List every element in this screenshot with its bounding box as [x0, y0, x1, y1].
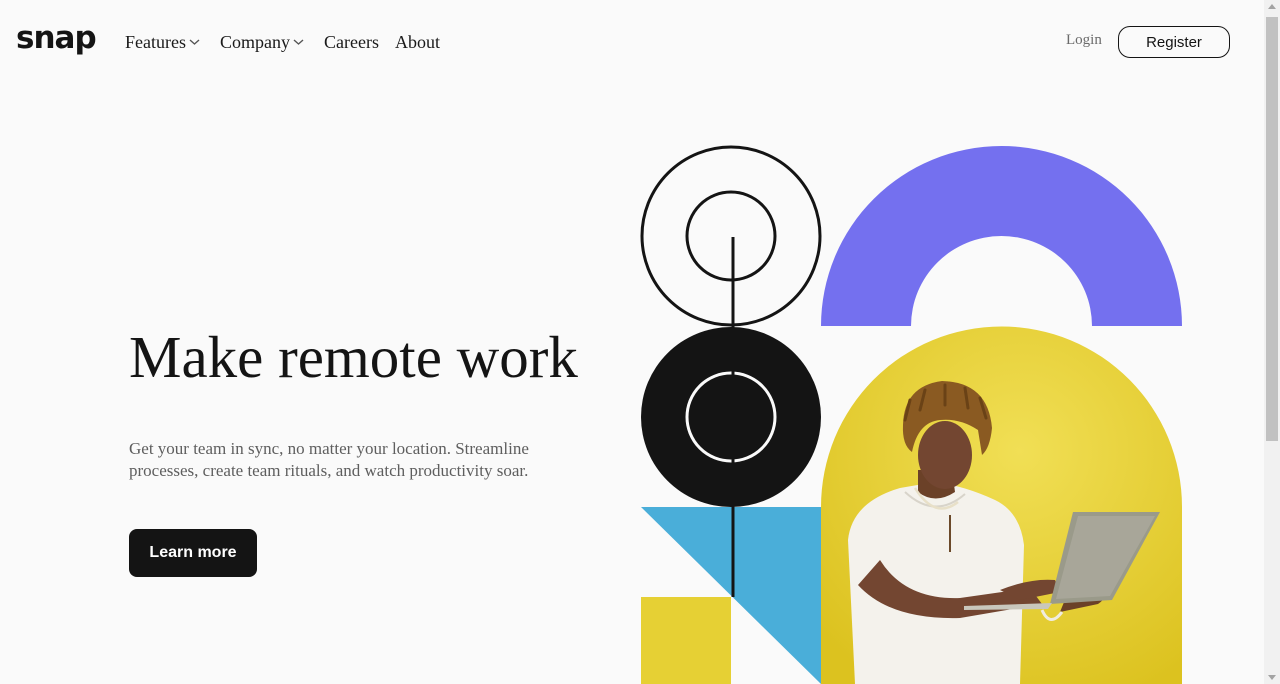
black-circle [641, 327, 821, 507]
main-nav: Features Company Careers About [125, 30, 456, 54]
nav-item-company[interactable]: Company [220, 32, 304, 53]
outline-circle-small [685, 190, 777, 282]
nav-item-label: Features [125, 31, 186, 52]
nav-item-careers[interactable]: Careers [324, 32, 379, 53]
login-link[interactable]: Login [1066, 32, 1102, 49]
purple-arch-shape [821, 146, 1182, 326]
nav-item-label: About [394, 31, 440, 52]
nav-item-about[interactable]: About [395, 32, 440, 53]
nav-item-features[interactable]: Features [125, 32, 200, 53]
yellow-square-shape [641, 597, 731, 684]
chevron-down-icon [189, 39, 200, 45]
white-ring [685, 371, 777, 463]
man-with-laptop-photo [821, 326, 1182, 684]
hero-title: Make remote work [129, 324, 578, 390]
learn-more-button[interactable]: Learn more [129, 529, 257, 577]
site-header: snap Features Company Careers About Logi… [0, 0, 1264, 84]
scrollbar-thumb[interactable] [1266, 17, 1278, 441]
scroll-down-arrow-icon[interactable] [1268, 675, 1276, 680]
chevron-down-icon [293, 39, 304, 45]
scroll-up-arrow-icon[interactable] [1268, 4, 1276, 9]
blue-triangle-shape [641, 507, 821, 684]
nav-item-label: Careers [323, 31, 379, 52]
logo[interactable]: snap [16, 20, 97, 56]
nav-item-label: Company [219, 31, 290, 52]
hero-description: Get your team in sync, no matter your lo… [129, 439, 529, 480]
vertical-scrollbar[interactable] [1264, 0, 1280, 684]
outline-circle-large [640, 145, 822, 327]
register-button[interactable]: Register [1118, 26, 1230, 58]
